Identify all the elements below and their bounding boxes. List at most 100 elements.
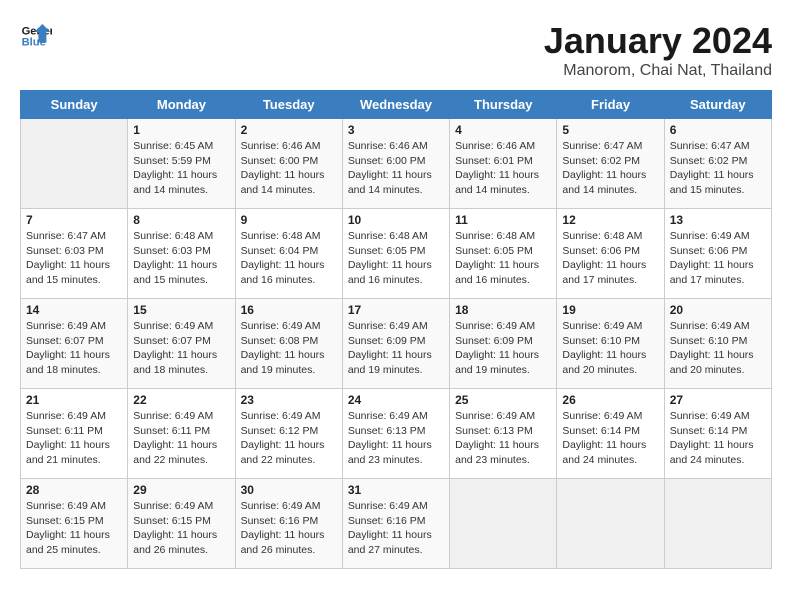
day-info: Sunrise: 6:49 AM Sunset: 6:07 PM Dayligh… — [26, 319, 122, 378]
calendar-cell: 10 Sunrise: 6:48 AM Sunset: 6:05 PM Dayli… — [342, 209, 449, 299]
day-number: 24 — [348, 393, 444, 407]
day-info: Sunrise: 6:48 AM Sunset: 6:05 PM Dayligh… — [348, 229, 444, 288]
day-number: 17 — [348, 303, 444, 317]
day-number: 2 — [241, 123, 337, 137]
weekday-header-row: SundayMondayTuesdayWednesdayThursdayFrid… — [21, 91, 772, 119]
day-info: Sunrise: 6:49 AM Sunset: 6:15 PM Dayligh… — [133, 499, 229, 558]
calendar-cell: 30 Sunrise: 6:49 AM Sunset: 6:16 PM Dayli… — [235, 479, 342, 569]
calendar-cell: 27 Sunrise: 6:49 AM Sunset: 6:14 PM Dayli… — [664, 389, 771, 479]
title-area: January 2024 Manorom, Chai Nat, Thailand — [544, 20, 772, 80]
logo-icon: General Blue — [20, 20, 52, 52]
day-info: Sunrise: 6:49 AM Sunset: 6:10 PM Dayligh… — [562, 319, 658, 378]
day-info: Sunrise: 6:49 AM Sunset: 6:07 PM Dayligh… — [133, 319, 229, 378]
day-number: 9 — [241, 213, 337, 227]
day-info: Sunrise: 6:49 AM Sunset: 6:14 PM Dayligh… — [562, 409, 658, 468]
day-number: 20 — [670, 303, 766, 317]
calendar-cell: 3 Sunrise: 6:46 AM Sunset: 6:00 PM Daylig… — [342, 119, 449, 209]
day-info: Sunrise: 6:47 AM Sunset: 6:02 PM Dayligh… — [670, 139, 766, 198]
day-info: Sunrise: 6:49 AM Sunset: 6:09 PM Dayligh… — [348, 319, 444, 378]
day-info: Sunrise: 6:49 AM Sunset: 6:13 PM Dayligh… — [348, 409, 444, 468]
calendar-cell: 18 Sunrise: 6:49 AM Sunset: 6:09 PM Dayli… — [450, 299, 557, 389]
day-info: Sunrise: 6:49 AM Sunset: 6:16 PM Dayligh… — [348, 499, 444, 558]
calendar-cell: 5Sunrise: 6:47 AM Sunset: 6:02 PM Daylig… — [557, 119, 664, 209]
day-number: 25 — [455, 393, 551, 407]
calendar-cell: 6 Sunrise: 6:47 AM Sunset: 6:02 PM Daylig… — [664, 119, 771, 209]
calendar-cell: 31 Sunrise: 6:49 AM Sunset: 6:16 PM Dayli… — [342, 479, 449, 569]
calendar-cell: 2Sunrise: 6:46 AM Sunset: 6:00 PM Daylig… — [235, 119, 342, 209]
calendar-cell: 14 Sunrise: 6:49 AM Sunset: 6:07 PM Dayli… — [21, 299, 128, 389]
day-number: 7 — [26, 213, 122, 227]
day-info: Sunrise: 6:48 AM Sunset: 6:03 PM Dayligh… — [133, 229, 229, 288]
day-info: Sunrise: 6:46 AM Sunset: 6:00 PM Dayligh… — [348, 139, 444, 198]
day-number: 31 — [348, 483, 444, 497]
calendar-cell — [557, 479, 664, 569]
day-number: 14 — [26, 303, 122, 317]
calendar-cell — [664, 479, 771, 569]
calendar-week-row: 7Sunrise: 6:47 AM Sunset: 6:03 PM Daylig… — [21, 209, 772, 299]
day-info: Sunrise: 6:49 AM Sunset: 6:13 PM Dayligh… — [455, 409, 551, 468]
calendar-cell: 7Sunrise: 6:47 AM Sunset: 6:03 PM Daylig… — [21, 209, 128, 299]
calendar-cell: 4 Sunrise: 6:46 AM Sunset: 6:01 PM Daylig… — [450, 119, 557, 209]
day-info: Sunrise: 6:49 AM Sunset: 6:16 PM Dayligh… — [241, 499, 337, 558]
weekday-header: Friday — [557, 91, 664, 119]
calendar-table: SundayMondayTuesdayWednesdayThursdayFrid… — [20, 90, 772, 569]
weekday-header: Tuesday — [235, 91, 342, 119]
day-number: 13 — [670, 213, 766, 227]
calendar-cell: 1Sunrise: 6:45 AM Sunset: 5:59 PM Daylig… — [128, 119, 235, 209]
day-info: Sunrise: 6:46 AM Sunset: 6:01 PM Dayligh… — [455, 139, 551, 198]
calendar-cell: 21Sunrise: 6:49 AM Sunset: 6:11 PM Dayli… — [21, 389, 128, 479]
day-number: 6 — [670, 123, 766, 137]
weekday-header: Saturday — [664, 91, 771, 119]
calendar-week-row: 1Sunrise: 6:45 AM Sunset: 5:59 PM Daylig… — [21, 119, 772, 209]
calendar-cell — [21, 119, 128, 209]
calendar-cell: 23Sunrise: 6:49 AM Sunset: 6:12 PM Dayli… — [235, 389, 342, 479]
day-number: 12 — [562, 213, 658, 227]
calendar-cell: 15Sunrise: 6:49 AM Sunset: 6:07 PM Dayli… — [128, 299, 235, 389]
weekday-header: Wednesday — [342, 91, 449, 119]
calendar-cell — [450, 479, 557, 569]
logo: General Blue — [20, 20, 52, 52]
day-info: Sunrise: 6:49 AM Sunset: 6:08 PM Dayligh… — [241, 319, 337, 378]
day-number: 26 — [562, 393, 658, 407]
calendar-cell: 24 Sunrise: 6:49 AM Sunset: 6:13 PM Dayli… — [342, 389, 449, 479]
calendar-subtitle: Manorom, Chai Nat, Thailand — [544, 62, 772, 80]
day-number: 28 — [26, 483, 122, 497]
calendar-cell: 29 Sunrise: 6:49 AM Sunset: 6:15 PM Dayli… — [128, 479, 235, 569]
calendar-week-row: 14 Sunrise: 6:49 AM Sunset: 6:07 PM Dayli… — [21, 299, 772, 389]
calendar-cell: 17 Sunrise: 6:49 AM Sunset: 6:09 PM Dayli… — [342, 299, 449, 389]
weekday-header: Thursday — [450, 91, 557, 119]
day-info: Sunrise: 6:48 AM Sunset: 6:05 PM Dayligh… — [455, 229, 551, 288]
calendar-cell: 9Sunrise: 6:48 AM Sunset: 6:04 PM Daylig… — [235, 209, 342, 299]
day-info: Sunrise: 6:45 AM Sunset: 5:59 PM Dayligh… — [133, 139, 229, 198]
calendar-cell: 25 Sunrise: 6:49 AM Sunset: 6:13 PM Dayli… — [450, 389, 557, 479]
page-header: General Blue January 2024 Manorom, Chai … — [20, 20, 772, 80]
day-info: Sunrise: 6:49 AM Sunset: 6:10 PM Dayligh… — [670, 319, 766, 378]
day-number: 30 — [241, 483, 337, 497]
day-info: Sunrise: 6:49 AM Sunset: 6:09 PM Dayligh… — [455, 319, 551, 378]
calendar-cell: 16 Sunrise: 6:49 AM Sunset: 6:08 PM Dayli… — [235, 299, 342, 389]
calendar-cell: 8 Sunrise: 6:48 AM Sunset: 6:03 PM Daylig… — [128, 209, 235, 299]
day-number: 8 — [133, 213, 229, 227]
weekday-header: Sunday — [21, 91, 128, 119]
calendar-week-row: 28 Sunrise: 6:49 AM Sunset: 6:15 PM Dayli… — [21, 479, 772, 569]
day-info: Sunrise: 6:48 AM Sunset: 6:06 PM Dayligh… — [562, 229, 658, 288]
day-number: 21 — [26, 393, 122, 407]
day-info: Sunrise: 6:49 AM Sunset: 6:06 PM Dayligh… — [670, 229, 766, 288]
day-number: 10 — [348, 213, 444, 227]
day-info: Sunrise: 6:49 AM Sunset: 6:14 PM Dayligh… — [670, 409, 766, 468]
calendar-week-row: 21Sunrise: 6:49 AM Sunset: 6:11 PM Dayli… — [21, 389, 772, 479]
day-info: Sunrise: 6:49 AM Sunset: 6:12 PM Dayligh… — [241, 409, 337, 468]
day-number: 3 — [348, 123, 444, 137]
day-number: 27 — [670, 393, 766, 407]
calendar-cell: 26 Sunrise: 6:49 AM Sunset: 6:14 PM Dayli… — [557, 389, 664, 479]
day-number: 29 — [133, 483, 229, 497]
calendar-title: January 2024 — [544, 20, 772, 62]
calendar-cell: 28Sunrise: 6:49 AM Sunset: 6:15 PM Dayli… — [21, 479, 128, 569]
day-number: 19 — [562, 303, 658, 317]
day-number: 18 — [455, 303, 551, 317]
day-number: 16 — [241, 303, 337, 317]
day-number: 5 — [562, 123, 658, 137]
calendar-cell: 19 Sunrise: 6:49 AM Sunset: 6:10 PM Dayli… — [557, 299, 664, 389]
day-number: 4 — [455, 123, 551, 137]
calendar-cell: 11Sunrise: 6:48 AM Sunset: 6:05 PM Dayli… — [450, 209, 557, 299]
